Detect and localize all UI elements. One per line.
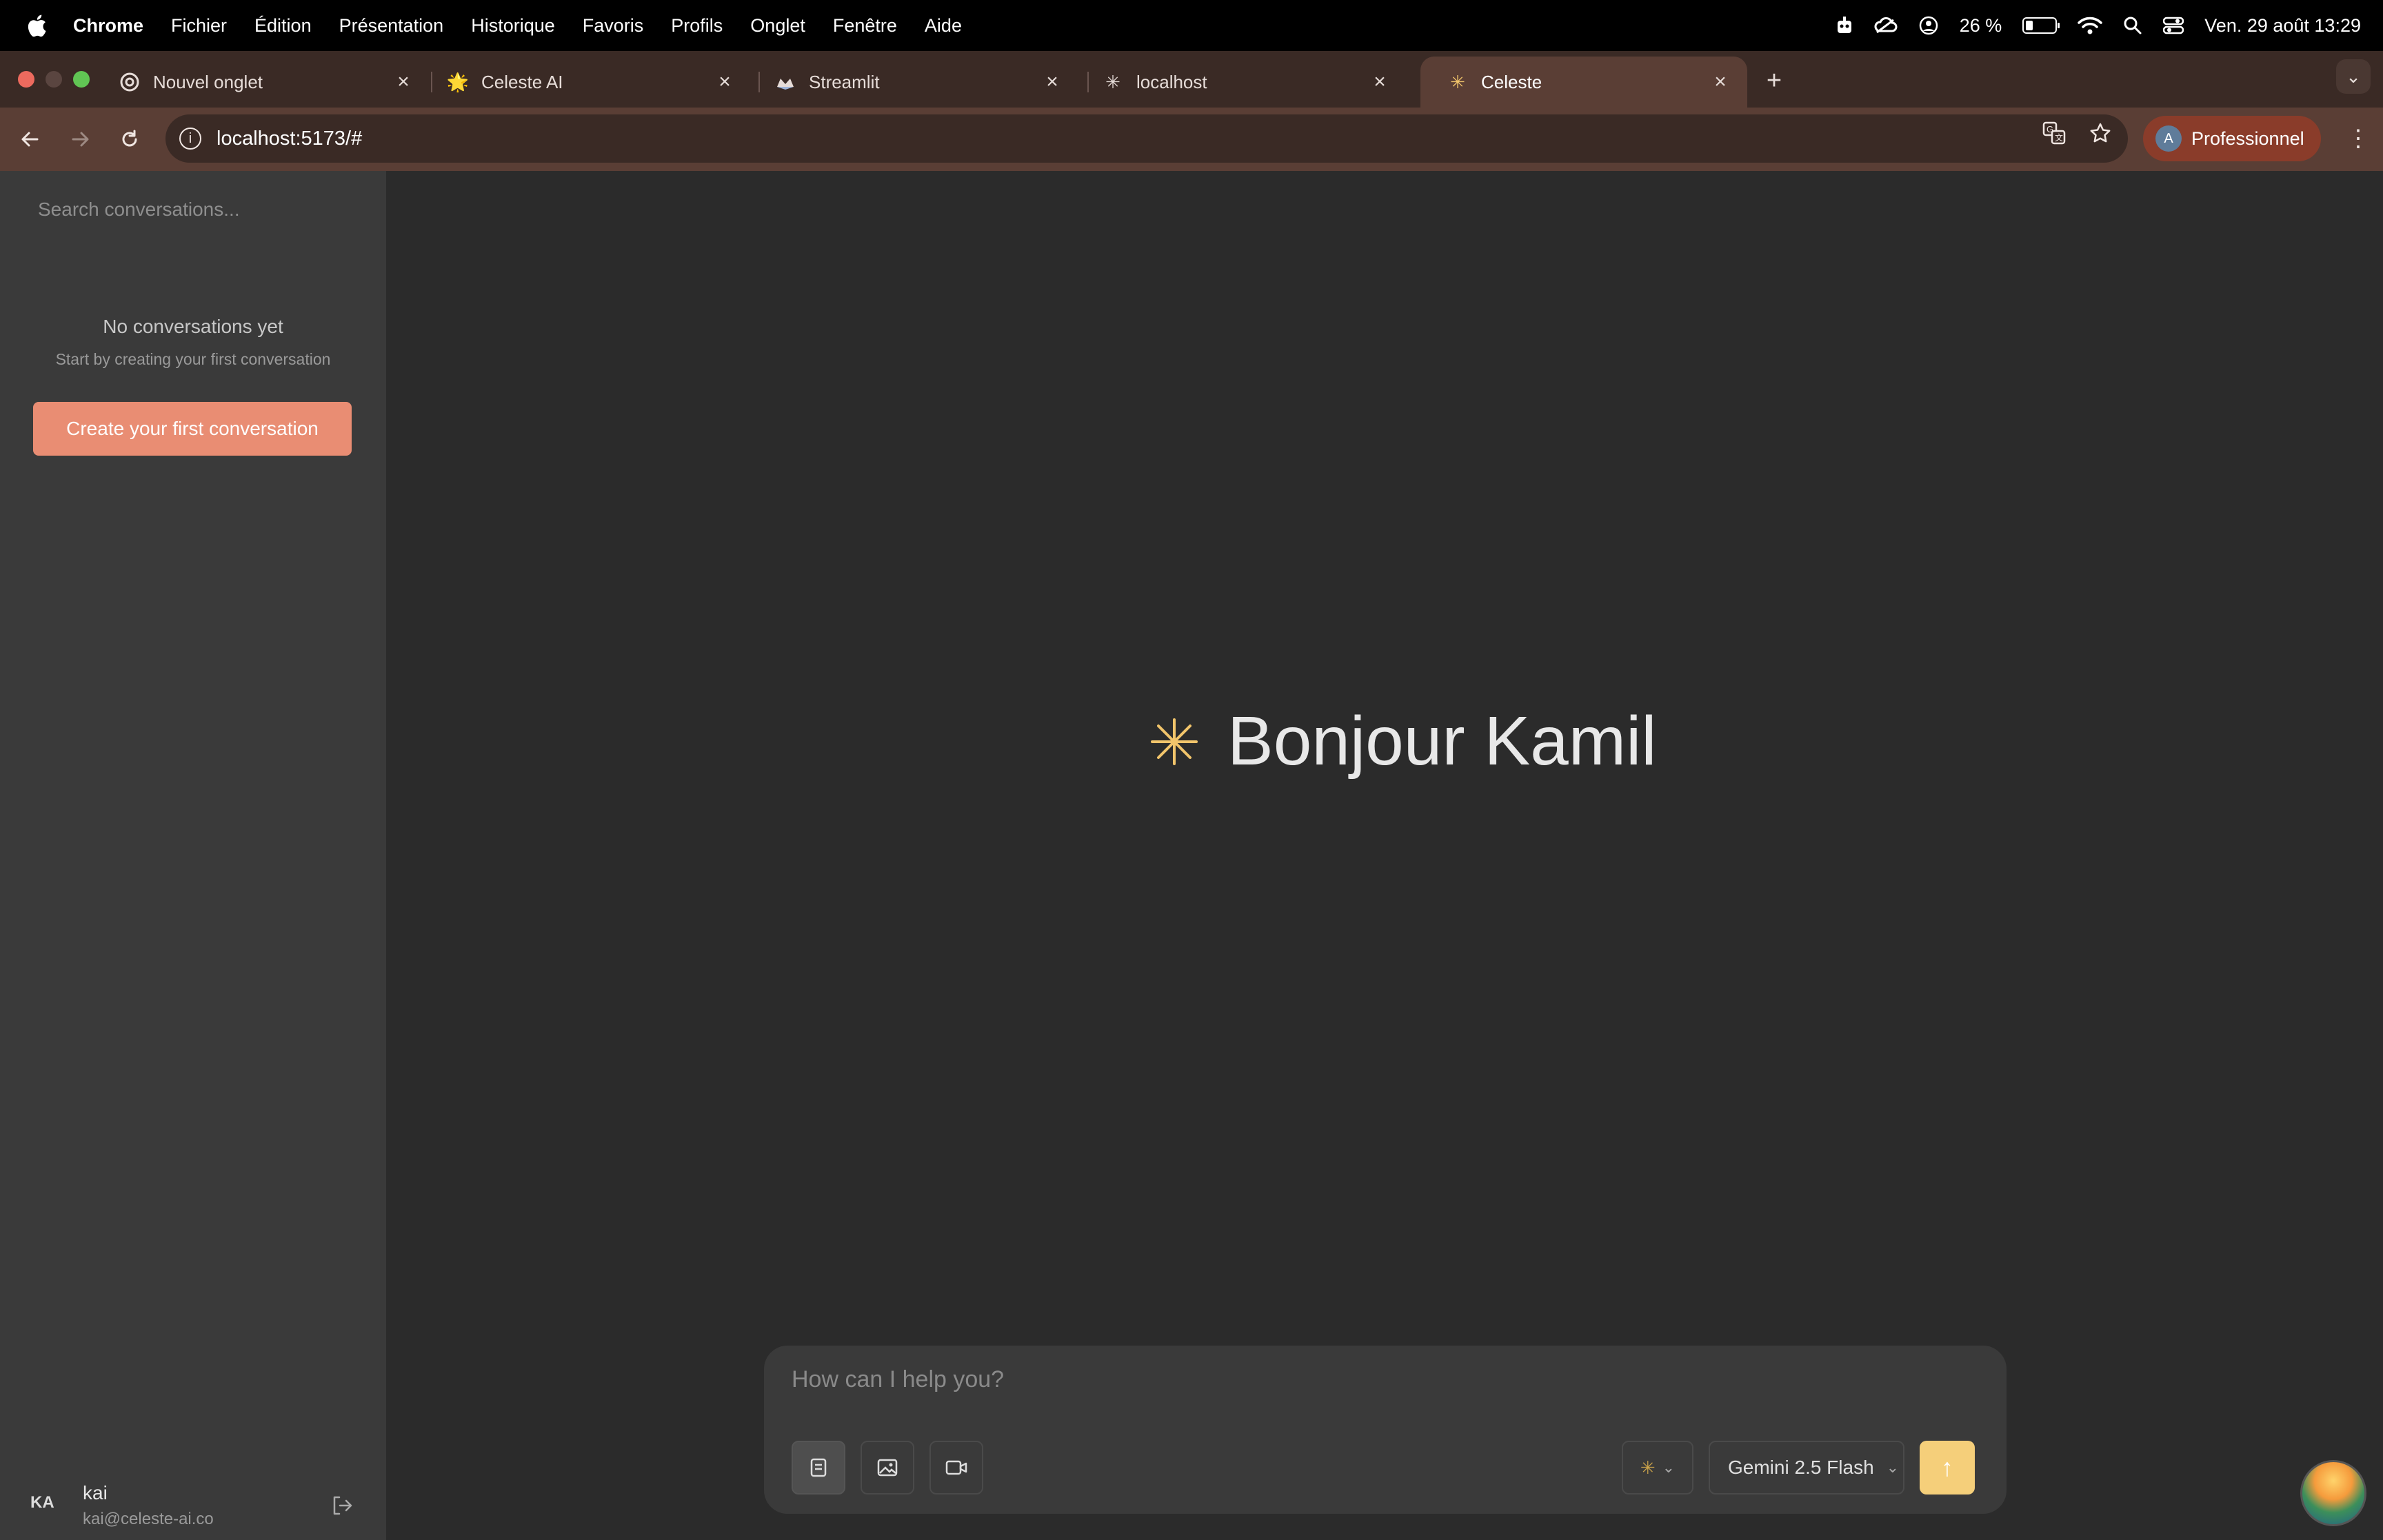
battery-level-fill [2026, 21, 2033, 30]
tab-title: Celeste [1481, 71, 1542, 92]
macos-menu-bar: Chrome Fichier Édition Présentation Hist… [0, 0, 2383, 51]
robot-icon[interactable] [1836, 15, 1853, 36]
apple-logo-icon[interactable] [26, 13, 47, 38]
chevron-down-icon: ⌄ [1662, 1459, 1676, 1476]
model-select[interactable]: Gemini 2.5 Flash ⌄ [1709, 1441, 1904, 1495]
battery-icon[interactable] [2022, 17, 2060, 34]
greeting: Bonjour Kamil [1150, 702, 1657, 781]
url-text[interactable]: localhost:5173/# [217, 128, 362, 150]
arrow-right-icon [72, 132, 89, 147]
forward-button[interactable] [63, 123, 97, 156]
text-mode-button[interactable] [792, 1441, 845, 1495]
menu-fichier[interactable]: Fichier [171, 15, 227, 37]
tab-celeste-ai[interactable]: 🌟 Celeste AI × [421, 57, 752, 108]
cloud-sync-icon[interactable] [1874, 17, 1898, 34]
video-mode-button[interactable] [929, 1441, 983, 1495]
clock[interactable]: Ven. 29 août 13:29 [2204, 15, 2361, 37]
battery-percent: 26 % [1959, 14, 2002, 36]
reload-button[interactable] [113, 123, 146, 156]
floating-assistant-avatar[interactable] [2300, 1460, 2366, 1526]
window-minimize-button[interactable] [46, 71, 62, 88]
window-zoom-button[interactable] [73, 71, 90, 88]
tab-close-icon[interactable]: × [1710, 72, 1731, 92]
tab-title: Celeste AI [481, 71, 563, 92]
sparkle-icon: ✳ [1450, 71, 1465, 92]
chrome-menu-icon[interactable]: ⋮ [2344, 121, 2372, 156]
menu-fenetre[interactable]: Fenêtre [833, 15, 897, 37]
browser-toolbar: i localhost:5173/# G文 A Professionnel ⋮ [0, 108, 2383, 171]
menu-aide[interactable]: Aide [925, 15, 962, 37]
main-area: Bonjour Kamil ✳⌄ Gemini 2.5 Flash⌄ ↑ [386, 171, 2383, 1540]
image-icon [877, 1459, 898, 1477]
reload-icon [122, 130, 137, 147]
menu-historique[interactable]: Historique [471, 15, 555, 37]
document-icon [810, 1458, 827, 1477]
tab-streamlit[interactable]: Streamlit × [748, 57, 1079, 108]
tab-close-icon[interactable]: × [1369, 72, 1390, 92]
model-label: Gemini 2.5 Flash [1728, 1457, 1874, 1478]
back-button[interactable] [14, 123, 47, 156]
address-bar[interactable]: i localhost:5173/# G文 [165, 114, 2128, 163]
profile-button[interactable]: A Professionnel [2143, 116, 2321, 161]
menu-app-chrome[interactable]: Chrome [73, 15, 143, 37]
chevron-down-icon: ⌄ [1886, 1459, 1900, 1476]
menu-profils[interactable]: Profils [671, 15, 723, 37]
greeting-text: Bonjour Kamil [1227, 702, 1657, 780]
status-area: 26 % Ven. 29 août 13:29 [1836, 0, 2361, 51]
tab-title: Nouvel onglet [153, 71, 263, 92]
address-bar-actions: G文 [2042, 121, 2111, 145]
arrow-left-icon [21, 132, 39, 147]
send-button[interactable]: ↑ [1920, 1441, 1975, 1495]
tab-search-dropdown-button[interactable]: ⌄ [2336, 59, 2371, 94]
tab-close-icon[interactable]: × [1042, 72, 1063, 92]
user-profile: KA kai kai@celeste-ai.co [0, 1474, 386, 1536]
chrome-icon [120, 72, 139, 92]
image-mode-button[interactable] [861, 1441, 914, 1495]
window-close-button[interactable] [18, 71, 34, 88]
tab-celeste[interactable]: ✳ Celeste × [1420, 57, 1747, 108]
bookmark-star-icon[interactable] [2089, 122, 2111, 144]
tab-title: localhost [1136, 71, 1207, 92]
create-first-conversation-button[interactable]: Create your first conversation [33, 402, 352, 456]
tab-nouvel-onglet[interactable]: Nouvel onglet × [92, 57, 430, 108]
sparkle-icon: ✳ [1640, 1457, 1656, 1478]
empty-state-subtitle: Start by creating your first conversatio… [55, 350, 331, 368]
profile-label: Professionnel [2191, 128, 2304, 149]
site-info-icon[interactable]: i [179, 128, 201, 150]
menu-edition[interactable]: Édition [254, 15, 312, 37]
wifi-icon[interactable] [2078, 16, 2103, 35]
message-composer: ✳⌄ Gemini 2.5 Flash⌄ ↑ [764, 1346, 2007, 1514]
prompt-input[interactable] [792, 1366, 1964, 1393]
empty-state-title: No conversations yet [103, 316, 283, 337]
logout-icon[interactable] [328, 1492, 356, 1519]
sparkle-icon [1151, 718, 1198, 765]
menu-presentation[interactable]: Présentation [339, 15, 444, 37]
tab-close-icon[interactable]: × [714, 72, 735, 92]
video-icon [945, 1460, 967, 1475]
user-initials: KA [30, 1493, 54, 1512]
menu-favoris[interactable]: Favoris [583, 15, 644, 37]
app-menu: Chrome Fichier Édition Présentation Hist… [73, 15, 989, 37]
sparkle-icon: ✳ [1105, 71, 1120, 92]
menu-onglet[interactable]: Onglet [750, 15, 805, 37]
tab-strip: Nouvel onglet × 🌟 Celeste AI × Streamlit… [0, 51, 2383, 108]
streamlit-icon [776, 72, 795, 92]
tab-localhost[interactable]: ✳ localhost × [1076, 57, 1407, 108]
tab-close-icon[interactable]: × [393, 72, 414, 92]
sun-icon: 🌟 [446, 71, 470, 92]
translate-icon[interactable]: G文 [2042, 121, 2066, 145]
user-circle-icon[interactable] [1918, 15, 1939, 36]
svg-text:文: 文 [2055, 132, 2063, 143]
user-email: kai@celeste-ai.co [83, 1510, 214, 1528]
avatar: A [2155, 125, 2182, 152]
user-name: kai [83, 1482, 108, 1503]
new-tab-button[interactable]: + [1757, 63, 1791, 98]
tab-title: Streamlit [809, 71, 880, 92]
search-conversations-input[interactable] [38, 199, 355, 221]
control-center-icon[interactable] [2163, 17, 2184, 34]
sidebar: No conversations yet Start by creating y… [0, 171, 386, 1540]
mode-dropdown[interactable]: ✳ ⌄ [1622, 1441, 1693, 1495]
spotlight-search-icon[interactable] [2123, 16, 2142, 35]
